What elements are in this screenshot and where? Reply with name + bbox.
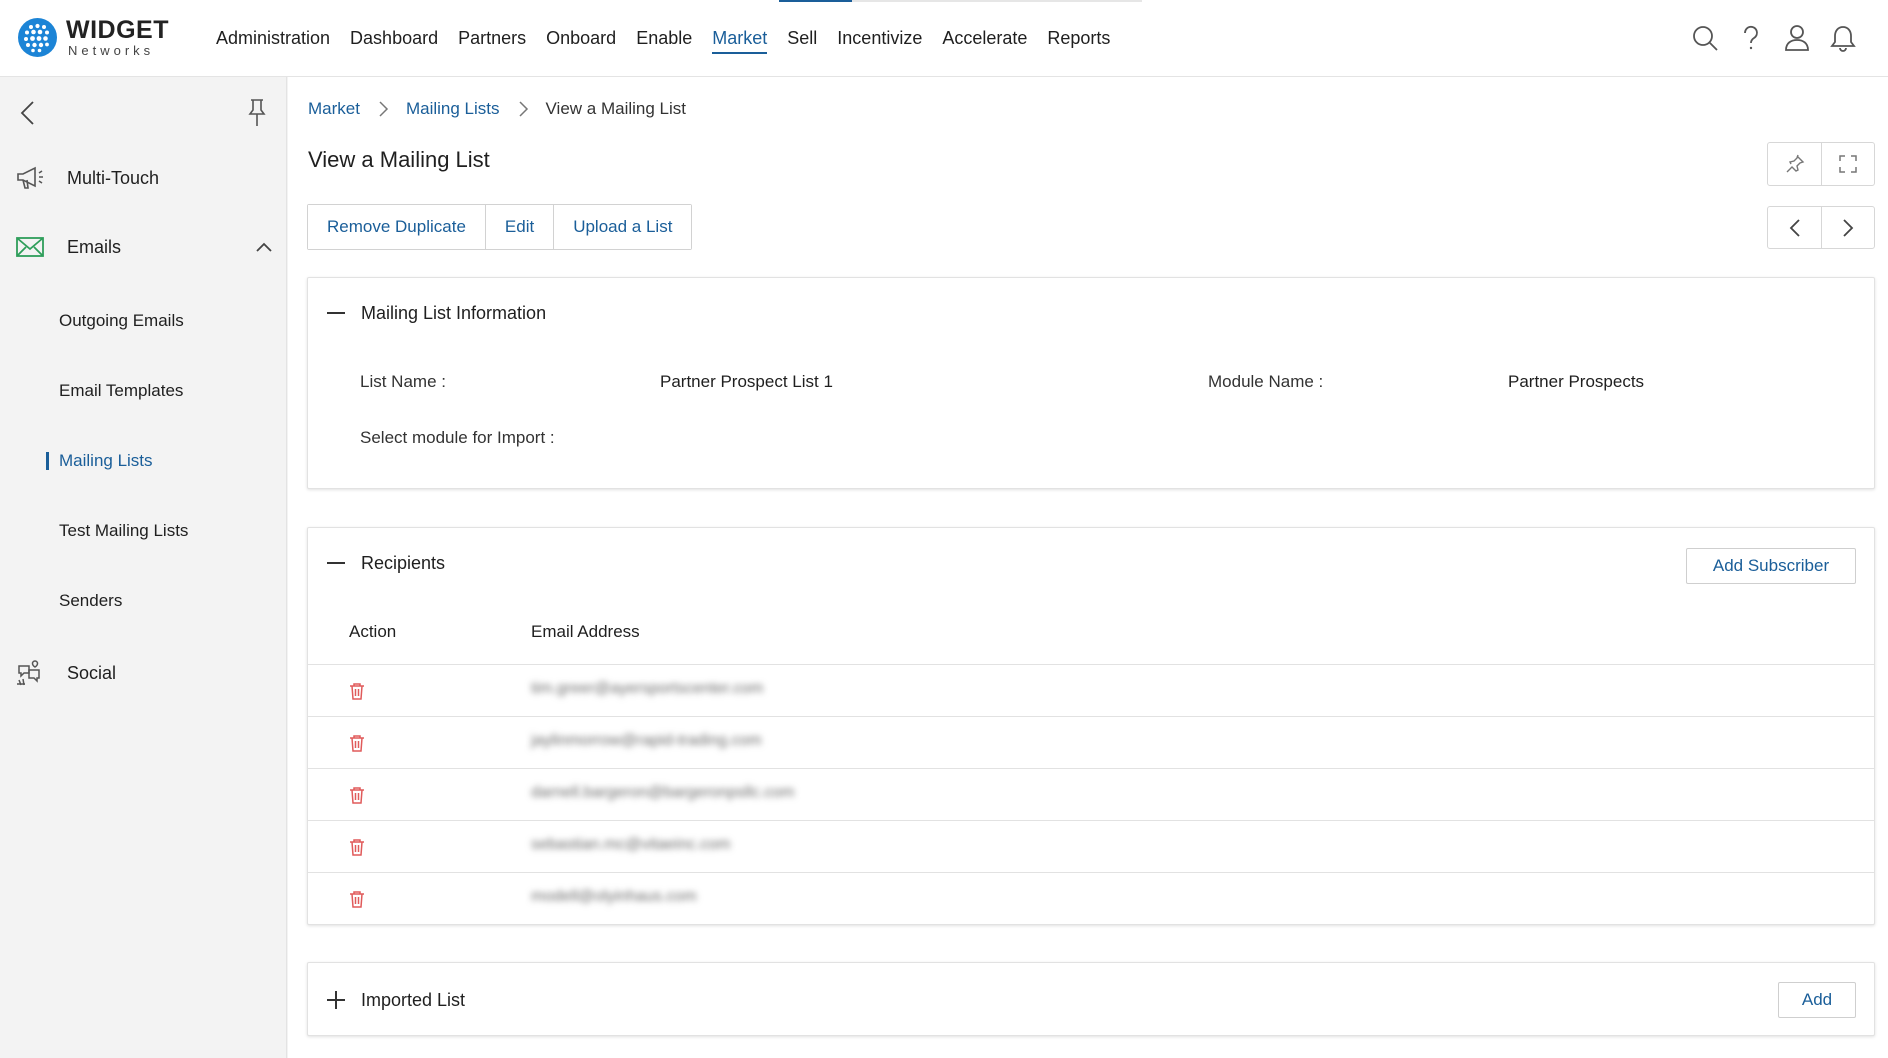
main-content: Market Mailing Lists View a Mailing List… [288,77,1888,1058]
trash-icon[interactable] [348,889,366,914]
breadcrumb-market[interactable]: Market [308,99,360,119]
sidebar-item-email-templates[interactable]: Email Templates [59,376,183,406]
nav-onboard[interactable]: Onboard [536,0,626,77]
recipients-panel: Recipients Add Subscriber Action Email A… [307,527,1875,925]
add-subscriber-button[interactable]: Add Subscriber [1686,548,1856,584]
previous-record-icon[interactable] [1768,207,1821,248]
collapse-icon[interactable] [326,553,346,573]
email-address: sebastian.mc@vitaeinc.com [531,836,731,853]
add-imported-list-button[interactable]: Add [1778,982,1856,1018]
fullscreen-icon[interactable] [1821,143,1874,185]
column-header-action: Action [349,622,397,641]
logo-icon [18,18,57,57]
brand-logo[interactable]: WIDGET Networks [18,18,169,57]
collapse-sidebar-icon[interactable] [18,97,38,134]
mailing-list-info-panel: Mailing List Information List Name : Par… [307,277,1875,489]
brand-sub: Networks [68,43,155,58]
table-row: sebastian.mc@vitaeinc.com [308,820,1874,872]
pin-icon[interactable] [1768,143,1821,185]
breadcrumb: Market Mailing Lists View a Mailing List [308,99,686,119]
trash-icon[interactable] [348,733,366,758]
upload-list-button[interactable]: Upload a List [553,205,692,249]
top-bar: WIDGET Networks Administration Dashboard… [0,0,1888,77]
trash-icon[interactable] [348,837,366,862]
nav-incentivize[interactable]: Incentivize [827,0,932,77]
table-row: jaylinmorrow@rapid-trading.com [308,716,1874,768]
nav-market[interactable]: Market [702,0,777,77]
nav-administration[interactable]: Administration [206,0,340,77]
expand-icon[interactable] [326,990,346,1010]
help-icon[interactable] [1736,20,1766,56]
sidebar-item-multi-touch[interactable]: Multi-Touch [14,158,274,198]
panel-title: Mailing List Information [361,302,547,323]
page-title: View a Mailing List [308,147,490,172]
nav-enable[interactable]: Enable [626,0,702,77]
module-name-value: Partner Prospects [1508,372,1645,391]
email-address: darnell.bargeron@bargeronpsllc.com [531,784,795,801]
sidebar-item-label: Multi-Touch [67,167,160,188]
breadcrumb-current: View a Mailing List [545,99,686,118]
table-row: tim.greer@ayersportscenter.com [308,664,1874,716]
envelope-icon [14,231,46,263]
social-icon [14,657,46,689]
sidebar: Multi-Touch Emails Outgoing Emails Email… [0,77,287,1058]
nav-partners[interactable]: Partners [448,0,536,77]
megaphone-icon [14,162,46,194]
breadcrumb-mailing-lists[interactable]: Mailing Lists [406,99,500,119]
chevron-up-icon[interactable] [254,235,274,264]
email-address: jaylinmorrow@rapid-trading.com [531,732,762,749]
pin-sidebar-icon[interactable] [246,97,268,134]
table-row: modell@olyinhaus.com [308,872,1874,924]
list-name-value: Partner Prospect List 1 [660,372,833,391]
remove-duplicate-button[interactable]: Remove Duplicate [308,205,485,249]
sidebar-item-mailing-lists[interactable]: Mailing Lists [46,446,153,476]
action-bar: Remove Duplicate Edit Upload a List [307,204,693,250]
nav-reports[interactable]: Reports [1037,0,1120,77]
brand-name: WIDGET [66,16,169,44]
top-icons [1674,20,1858,56]
sidebar-item-outgoing-emails[interactable]: Outgoing Emails [59,306,184,336]
column-header-email: Email Address [531,622,640,641]
sidebar-item-label: Social [67,662,117,683]
trash-icon[interactable] [348,681,366,706]
record-pager [1767,206,1875,249]
sidebar-item-senders[interactable]: Senders [59,586,122,616]
bell-icon[interactable] [1828,20,1858,56]
sidebar-item-test-mailing-lists[interactable]: Test Mailing Lists [59,516,188,546]
panel-title: Recipients [361,552,446,573]
table-row: darnell.bargeron@bargeronpsllc.com [308,768,1874,820]
imported-list-panel: Imported List Add [307,962,1875,1036]
edit-button[interactable]: Edit [484,205,554,249]
email-address: tim.greer@ayersportscenter.com [531,680,764,697]
module-name-label: Module Name : [1208,372,1324,391]
collapse-icon[interactable] [326,303,346,323]
user-icon[interactable] [1782,20,1812,56]
panel-title: Imported List [361,989,466,1010]
sidebar-item-emails[interactable]: Emails [14,227,274,267]
main-nav: Administration Dashboard Partners Onboar… [206,0,1120,77]
sidebar-item-label: Emails [67,236,122,257]
nav-sell[interactable]: Sell [777,0,827,77]
sidebar-item-social[interactable]: Social [14,653,274,693]
view-tools [1767,142,1875,186]
import-module-label: Select module for Import : [360,428,555,447]
search-icon[interactable] [1690,20,1720,56]
email-address: modell@olyinhaus.com [531,888,697,905]
nav-dashboard[interactable]: Dashboard [340,0,448,77]
trash-icon[interactable] [348,785,366,810]
chevron-right-icon [517,99,529,119]
nav-accelerate[interactable]: Accelerate [932,0,1037,77]
next-record-icon[interactable] [1821,207,1874,248]
list-name-label: List Name : [360,372,446,391]
chevron-right-icon [377,99,389,119]
